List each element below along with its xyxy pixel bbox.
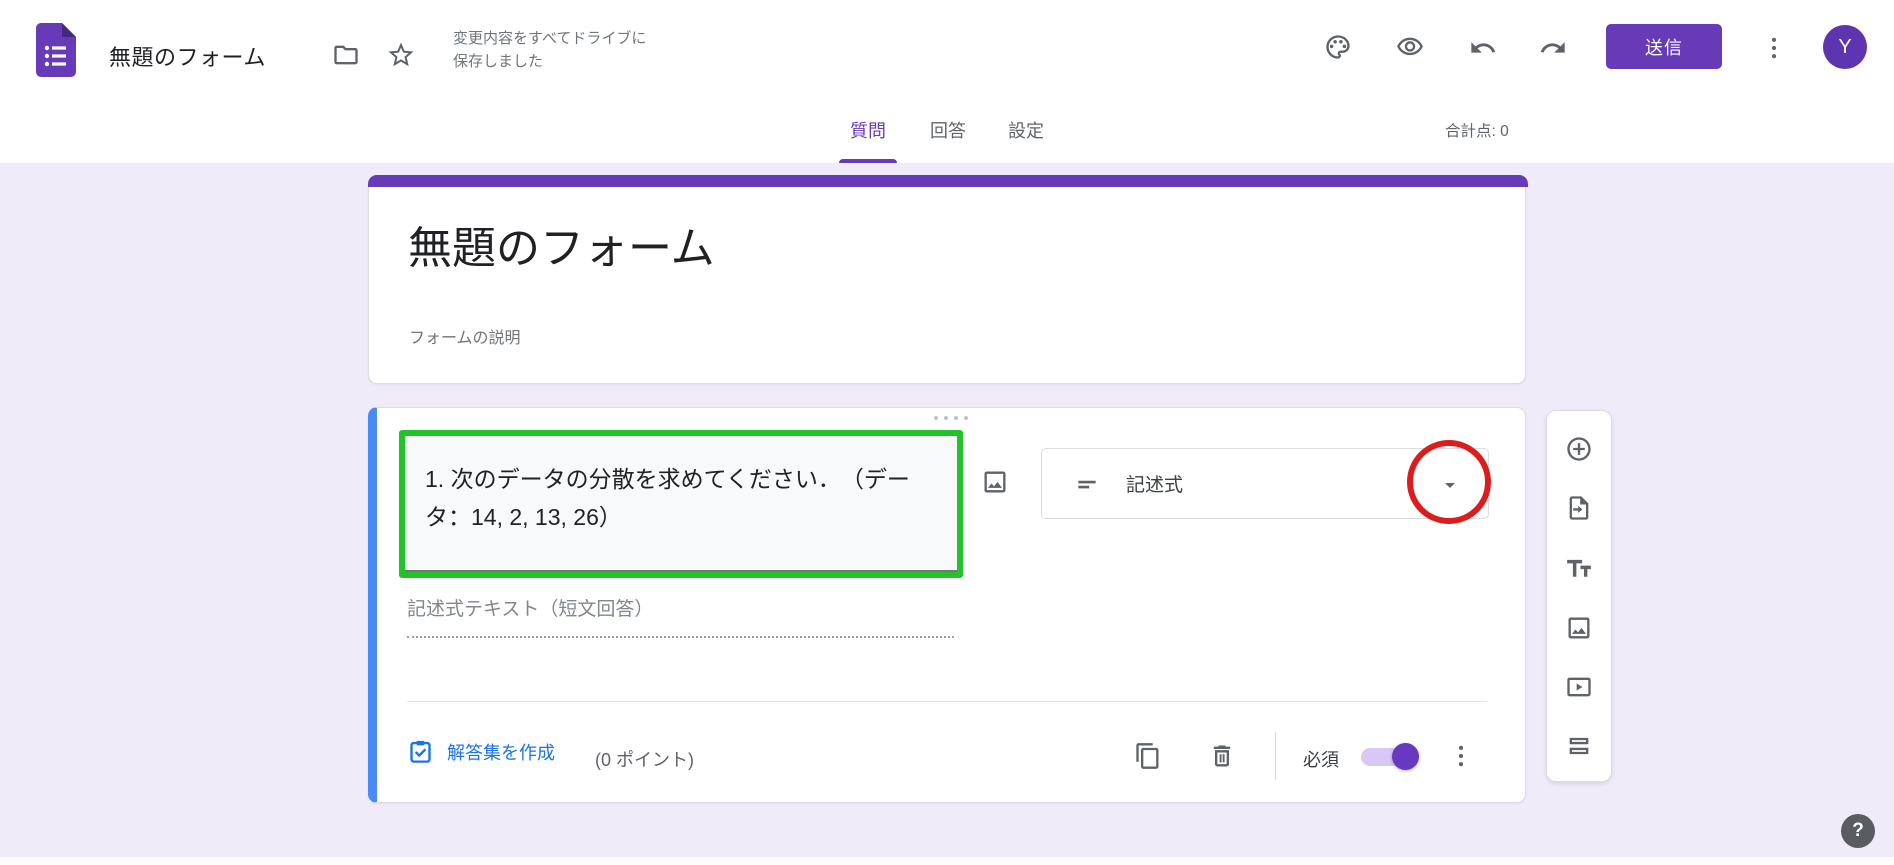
answer-key-icon — [407, 738, 434, 765]
help-button[interactable]: ? — [1841, 814, 1875, 848]
star-icon[interactable] — [386, 40, 416, 70]
required-label: 必須 — [1303, 746, 1339, 772]
tab-questions[interactable]: 質問 — [838, 97, 898, 163]
preview-eye-icon[interactable] — [1396, 33, 1424, 61]
question-text-input[interactable]: 1. 次のデータの分散を求めてください． （データ：14, 2, 13, 26） — [405, 436, 957, 572]
add-image-toolbar-icon[interactable] — [1565, 614, 1593, 642]
more-options-icon[interactable] — [1760, 34, 1788, 62]
theme-palette-icon[interactable] — [1324, 33, 1352, 61]
add-question-icon[interactable] — [1565, 435, 1593, 463]
form-title-card: 無題のフォーム フォームの説明 — [368, 175, 1526, 384]
chevron-down-icon — [1438, 473, 1462, 497]
redo-icon[interactable] — [1539, 34, 1567, 62]
account-avatar[interactable]: Y — [1823, 25, 1867, 69]
title-card-accent-bar — [368, 175, 1528, 187]
delete-icon[interactable] — [1208, 742, 1236, 770]
card-divider — [407, 701, 1487, 702]
form-tab-bar: 質問 回答 設定 合計点: 0 — [0, 97, 1894, 163]
required-toggle[interactable] — [1361, 748, 1417, 766]
duplicate-icon[interactable] — [1134, 742, 1162, 770]
add-section-icon[interactable] — [1565, 732, 1593, 760]
google-forms-logo-icon[interactable] — [33, 23, 79, 77]
bottom-strip — [0, 857, 1894, 865]
annotation-highlight-box: 1. 次のデータの分散を求めてください． （データ：14, 2, 13, 26） — [399, 430, 963, 578]
tab-responses[interactable]: 回答 — [918, 97, 978, 163]
short-answer-placeholder[interactable]: 記述式テキスト（短文回答） — [407, 594, 954, 638]
add-title-description-icon[interactable] — [1564, 553, 1594, 583]
editor-side-toolbar — [1546, 410, 1612, 782]
question-more-options-icon[interactable] — [1447, 742, 1475, 770]
total-points-label: 合計点: 0 — [1445, 119, 1509, 141]
vertical-divider — [1275, 732, 1276, 780]
add-image-icon[interactable] — [981, 468, 1009, 496]
points-label: (0 ポイント) — [595, 746, 694, 772]
drag-handle-icon[interactable] — [934, 416, 968, 420]
question-card: 1. 次のデータの分散を求めてください． （データ：14, 2, 13, 26）… — [368, 407, 1526, 803]
question-type-label: 記述式 — [1126, 470, 1183, 497]
answer-key-button[interactable]: 解答集を作成 — [407, 738, 555, 765]
toggle-thumb — [1392, 743, 1419, 770]
import-questions-icon[interactable] — [1565, 494, 1593, 522]
document-title[interactable]: 無題のフォーム — [109, 40, 266, 72]
tab-settings[interactable]: 設定 — [996, 97, 1056, 163]
save-status-text: 変更内容をすべてドライブに 保存しました — [453, 27, 646, 73]
short-answer-icon — [1074, 471, 1100, 497]
add-video-icon[interactable] — [1565, 673, 1593, 701]
move-folder-icon[interactable] — [332, 41, 360, 69]
form-editor-canvas: 無題のフォーム フォームの説明 1. 次のデータの分散を求めてください． （デー… — [0, 163, 1894, 865]
question-type-dropdown[interactable]: 記述式 — [1041, 448, 1489, 519]
undo-icon[interactable] — [1469, 34, 1497, 62]
send-button[interactable]: 送信 — [1606, 24, 1722, 69]
form-title-input[interactable]: 無題のフォーム — [408, 212, 715, 276]
form-description-input[interactable]: フォームの説明 — [409, 324, 521, 348]
app-header: 無題のフォーム 変更内容をすべてドライブに 保存しました 送信 Y — [0, 0, 1894, 97]
